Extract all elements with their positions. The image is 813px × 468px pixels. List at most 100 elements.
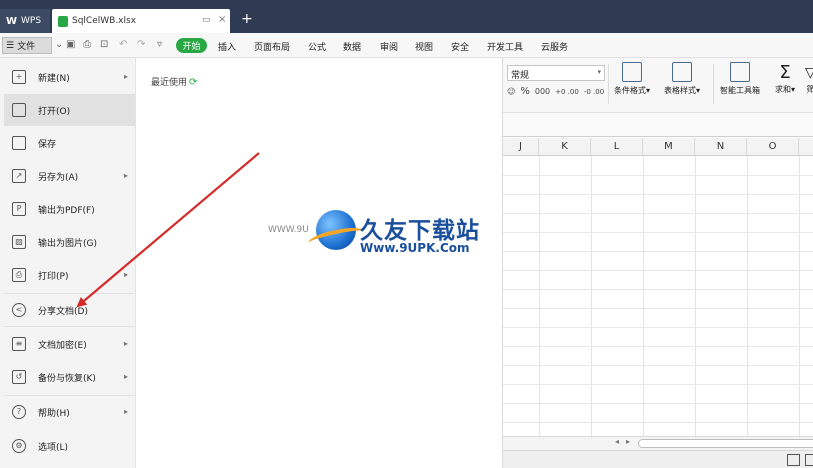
file-menu-label: 输出为图片(G) <box>38 238 97 249</box>
thousands-button[interactable]: 000 <box>535 87 550 96</box>
grid-vline <box>695 156 696 438</box>
column-header-o[interactable]: O <box>747 138 799 156</box>
tab-cloud[interactable]: 云服务 <box>541 40 568 53</box>
tab-review[interactable]: 审阅 <box>380 40 398 53</box>
file-menu-button[interactable]: ☰ 文件 <box>2 37 52 54</box>
file-menu-open[interactable]: 打开(O) <box>4 94 135 126</box>
currency-icon[interactable]: ☺ <box>507 87 515 96</box>
tab-view[interactable]: 视图 <box>415 40 433 53</box>
spreadsheet-icon <box>58 15 68 27</box>
ribbon-toolbar: 常规 ▾ ☺ % 000 +0 .00 -0 .00 条件格式▾ 表格样式▾ 智… <box>503 58 813 113</box>
filter-button[interactable]: ▽ 筛 <box>805 62 813 95</box>
formula-bar[interactable] <box>503 113 813 137</box>
refresh-icon[interactable]: ⟳ <box>189 77 197 88</box>
increase-decimal-button[interactable]: +0 .00 <box>555 88 579 96</box>
conditional-format-button[interactable]: 条件格式▾ <box>614 62 650 96</box>
column-header-m[interactable]: M <box>643 138 695 156</box>
grid-hline <box>503 175 813 176</box>
file-menu-label: 打开(O) <box>38 106 71 117</box>
wps-logo-icon: W <box>6 15 18 27</box>
chevron-down-icon[interactable]: ⌄ <box>55 39 63 50</box>
table-style-button[interactable]: 表格样式▾ <box>664 62 700 96</box>
table-style-icon <box>672 62 692 82</box>
wps-home-tab[interactable]: W WPS <box>0 9 50 33</box>
column-header-l[interactable]: L <box>591 138 643 156</box>
new-tab-icon[interactable]: + <box>241 12 253 26</box>
file-menu-save-as[interactable]: ↗ 另存为(A) ▸ <box>4 160 135 192</box>
document-tab[interactable]: SqlCelWB.xlsx ▭ × <box>52 9 230 33</box>
scroll-right-icon[interactable]: ▸ <box>626 437 630 446</box>
file-menu-help[interactable]: ? 帮助(H) ▸ <box>4 396 135 428</box>
print-quick-icon[interactable]: ⎙ <box>83 39 91 50</box>
redo-icon[interactable]: ↷ <box>137 39 145 50</box>
chevron-down-icon: ▾ <box>597 68 601 76</box>
save-quick-icon[interactable]: ▣ <box>66 39 75 50</box>
file-menu-new[interactable]: + 新建(N) ▸ <box>4 61 135 93</box>
horizontal-scrollbar[interactable]: ◂ ▸ <box>503 436 813 450</box>
tab-data[interactable]: 数据 <box>343 40 361 53</box>
grid-vline <box>799 156 800 438</box>
share-icon: < <box>12 303 26 317</box>
ribbon-divider <box>713 64 714 104</box>
column-header-j[interactable]: J <box>503 138 539 156</box>
scrollbar-thumb[interactable] <box>638 439 813 448</box>
number-format-buttons: ☺ % 000 +0 .00 -0 .00 <box>507 86 604 97</box>
normal-view-icon[interactable] <box>787 454 800 466</box>
file-menu-encrypt[interactable]: ≡ 文档加密(E) ▸ <box>4 328 135 360</box>
scroll-left-icon[interactable]: ◂ <box>615 437 619 446</box>
tab-home[interactable]: 开始 <box>176 38 207 53</box>
watermark-brand: 久友下载站 <box>360 218 480 244</box>
sum-button[interactable]: Σ 求和▾ <box>775 62 795 95</box>
tab-security[interactable]: 安全 <box>451 40 469 53</box>
column-header-n[interactable]: N <box>695 138 747 156</box>
ribbon-divider <box>608 64 609 104</box>
tab-restore-icon[interactable]: ▭ <box>202 15 211 25</box>
column-header-partial[interactable] <box>799 138 813 156</box>
spreadsheet-grid[interactable]: J K L M N O <box>503 138 813 438</box>
grid-hline <box>503 270 813 271</box>
file-menu-export-image[interactable]: ▨ 输出为图片(G) <box>4 226 135 258</box>
new-file-icon: + <box>12 70 26 84</box>
backup-icon: ↺ <box>12 370 26 384</box>
percent-button[interactable]: % <box>520 86 530 97</box>
hamburger-icon: ☰ <box>6 40 15 51</box>
decrease-decimal-button[interactable]: -0 .00 <box>584 88 604 96</box>
file-menu-export-pdf[interactable]: P 输出为PDF(F) <box>4 193 135 225</box>
grid-hline <box>503 194 813 195</box>
print-preview-icon[interactable]: ⊡ <box>100 39 108 50</box>
file-menu-options[interactable]: ⚙ 选项(L) <box>4 430 135 462</box>
file-menu-print[interactable]: ⎙ 打印(P) ▸ <box>4 259 135 291</box>
number-format-select[interactable]: 常规 ▾ <box>507 65 605 81</box>
chevron-right-icon: ▸ <box>123 407 128 416</box>
grid-vline <box>747 156 748 438</box>
customize-icon[interactable]: ▿ <box>157 39 162 50</box>
file-menu-label: 输出为PDF(F) <box>38 205 95 216</box>
file-menu-label: 选项(L) <box>38 442 69 453</box>
document-tab-title: SqlCelWB.xlsx <box>72 16 137 26</box>
grid-hline <box>503 327 813 328</box>
file-menu-backup[interactable]: ↺ 备份与恢复(K) ▸ <box>4 361 135 393</box>
file-menu-label: 文件 <box>17 42 36 52</box>
file-menu-label: 另存为(A) <box>38 172 79 183</box>
tab-page-layout[interactable]: 页面布局 <box>254 40 290 53</box>
print-icon: ⎙ <box>12 268 26 282</box>
grid-hline <box>503 289 813 290</box>
tab-close-icon[interactable]: × <box>218 14 226 25</box>
file-menu-share[interactable]: < 分享文档(D) <box>4 294 135 326</box>
page-view-icon[interactable] <box>805 454 813 466</box>
menu-divider <box>4 326 135 327</box>
tab-insert[interactable]: 插入 <box>218 40 236 53</box>
undo-icon[interactable]: ↶ <box>119 39 127 50</box>
grid-vline <box>591 156 592 438</box>
tab-developer[interactable]: 开发工具 <box>487 40 523 53</box>
tab-formulas[interactable]: 公式 <box>308 40 326 53</box>
recent-title: 最近使用 ⟳ <box>151 77 198 88</box>
menu-bar: ☰ 文件 ⌄ ▣ ⎙ ⊡ ↶ ↷ ▿ 开始 插入 页面布局 公式 数据 审阅 视… <box>0 33 813 58</box>
file-menu-save[interactable]: 保存 <box>4 127 135 159</box>
column-header-k[interactable]: K <box>539 138 591 156</box>
image-export-icon: ▨ <box>12 235 26 249</box>
pdf-export-icon: P <box>12 202 26 216</box>
smart-toolbox-button[interactable]: 智能工具箱 <box>720 62 760 96</box>
grid-hline <box>503 403 813 404</box>
file-menu-label: 文档加密(E) <box>38 340 87 351</box>
